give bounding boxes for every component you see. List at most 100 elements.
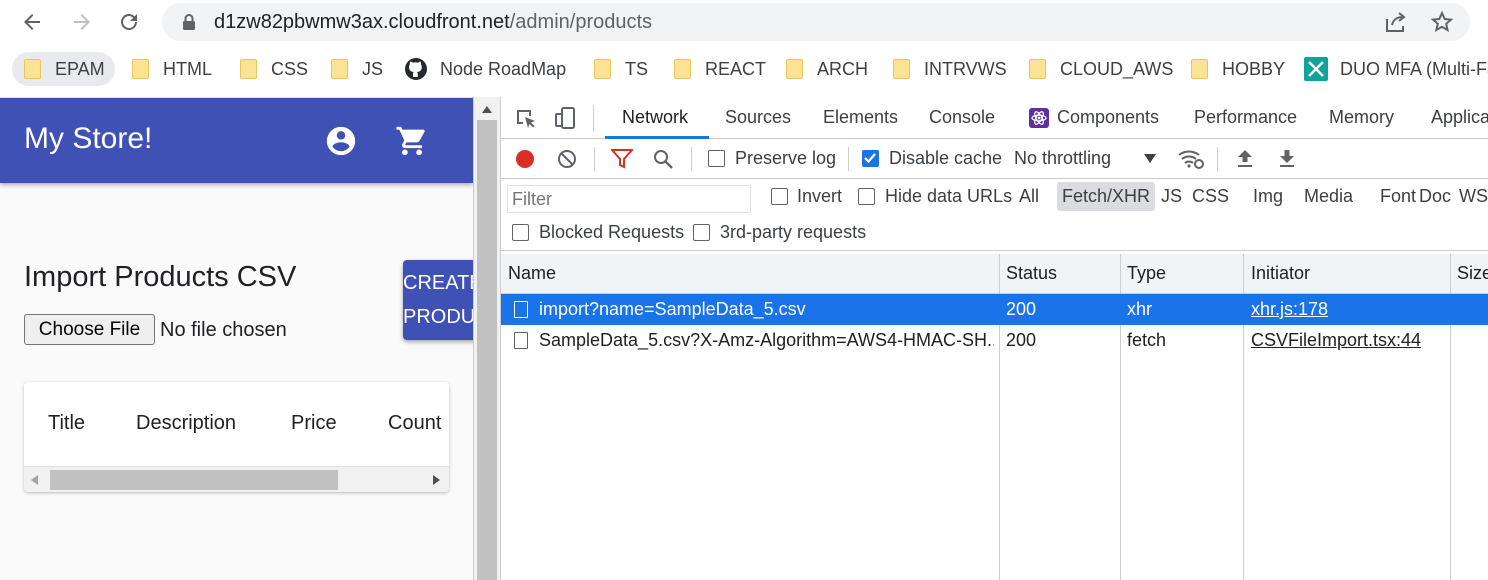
export-har-icon[interactable] bbox=[1278, 148, 1296, 168]
account-circle-icon[interactable] bbox=[324, 124, 358, 158]
column-description[interactable]: Description bbox=[136, 412, 236, 435]
preserve-log-checkbox[interactable] bbox=[708, 150, 725, 167]
request-type-icon bbox=[514, 301, 528, 318]
bookmark-ts[interactable]: TS bbox=[594, 52, 648, 86]
url-text: d1zw82pbwmw3ax.cloudfront.net/admin/prod… bbox=[214, 11, 652, 34]
toolbar-divider bbox=[594, 147, 595, 171]
third-party-checkbox[interactable] bbox=[693, 224, 710, 241]
folder-icon bbox=[1191, 59, 1208, 79]
filter-input[interactable] bbox=[507, 185, 751, 213]
forward-button[interactable] bbox=[68, 8, 96, 36]
request-initiator-link[interactable]: xhr.js:178 bbox=[1251, 299, 1328, 320]
invert-label[interactable]: Invert bbox=[797, 186, 842, 207]
create-product-button[interactable]: CREATE PRODU bbox=[403, 260, 475, 340]
toolbar-divider bbox=[1217, 147, 1218, 171]
shopping-cart-icon[interactable] bbox=[394, 124, 430, 158]
clear-icon[interactable] bbox=[557, 149, 577, 169]
store-title[interactable]: My Store! bbox=[24, 122, 152, 156]
blocked-requests-label[interactable]: Blocked Requests bbox=[539, 222, 684, 243]
toolbar-divider bbox=[848, 147, 849, 171]
column-count[interactable]: Count bbox=[388, 412, 441, 435]
filter-type-fetch-xhr[interactable]: Fetch/XHR bbox=[1057, 182, 1156, 211]
column-price[interactable]: Price bbox=[291, 412, 337, 435]
choose-file-button[interactable]: Choose File bbox=[24, 314, 155, 345]
tab-console[interactable]: Console bbox=[929, 107, 995, 128]
tab-sources[interactable]: Sources bbox=[725, 107, 791, 128]
scroll-up-icon[interactable] bbox=[482, 105, 492, 113]
filter-type-css[interactable]: CSS bbox=[1192, 186, 1229, 207]
table-horizontal-scrollbar[interactable] bbox=[24, 466, 449, 492]
address-bar[interactable]: d1zw82pbwmw3ax.cloudfront.net/admin/prod… bbox=[162, 3, 1470, 41]
tab-memory[interactable]: Memory bbox=[1329, 107, 1394, 128]
bookmark-css[interactable]: CSS bbox=[240, 52, 308, 86]
reload-button[interactable] bbox=[115, 8, 143, 36]
filter-type-font[interactable]: Font bbox=[1380, 186, 1416, 207]
filter-type-media[interactable]: Media bbox=[1304, 186, 1353, 207]
bookmark-hobby[interactable]: HOBBY bbox=[1191, 52, 1285, 86]
filter-type-ws[interactable]: WS bbox=[1459, 186, 1488, 207]
request-initiator-link[interactable]: CSVFileImport.tsx:44 bbox=[1251, 330, 1421, 351]
column-type[interactable]: Type bbox=[1127, 263, 1166, 284]
filter-type-img[interactable]: Img bbox=[1253, 186, 1283, 207]
bookmark-react[interactable]: REACT bbox=[674, 52, 766, 86]
back-button[interactable] bbox=[18, 8, 46, 36]
column-initiator[interactable]: Initiator bbox=[1251, 263, 1310, 284]
scroll-right-icon[interactable] bbox=[432, 475, 440, 485]
record-icon[interactable] bbox=[515, 149, 535, 169]
network-conditions-icon[interactable] bbox=[1177, 147, 1205, 171]
bookmark-epam[interactable]: EPAM bbox=[12, 52, 115, 86]
throttling-select[interactable]: No throttling bbox=[1014, 148, 1111, 169]
dropdown-arrow-icon[interactable] bbox=[1144, 154, 1156, 163]
bookmark-duo-mfa[interactable]: DUO MFA (Multi-Fa bbox=[1304, 52, 1488, 86]
column-status[interactable]: Status bbox=[1006, 263, 1057, 284]
import-har-icon[interactable] bbox=[1236, 148, 1254, 168]
filter-type-doc[interactable]: Doc bbox=[1419, 186, 1451, 207]
request-type: fetch bbox=[1127, 330, 1167, 350]
hide-data-urls-label[interactable]: Hide data URLs bbox=[885, 186, 1012, 207]
request-row[interactable]: import?name=SampleData_5.csv 200 xhr xhr… bbox=[501, 294, 1488, 325]
bookmark-js[interactable]: JS bbox=[331, 52, 383, 86]
filter-icon[interactable] bbox=[611, 149, 633, 169]
disable-cache-label[interactable]: Disable cache bbox=[889, 148, 1002, 169]
share-icon[interactable] bbox=[1384, 11, 1408, 33]
products-table: Title Description Price Count bbox=[24, 382, 449, 492]
invert-checkbox[interactable] bbox=[771, 188, 788, 205]
tab-application[interactable]: Applica bbox=[1431, 107, 1488, 128]
bookmark-html[interactable]: HTML bbox=[132, 52, 212, 86]
bookmark-cloud-aws[interactable]: CLOUD_AWS bbox=[1029, 52, 1173, 86]
network-toolbar: Preserve log Disable cache No throttling bbox=[501, 139, 1488, 179]
filter-type-js[interactable]: JS bbox=[1161, 186, 1182, 207]
search-icon[interactable] bbox=[653, 149, 673, 169]
arrow-left-icon bbox=[24, 14, 40, 30]
device-toolbar-icon[interactable] bbox=[554, 106, 578, 130]
column-title[interactable]: Title bbox=[48, 412, 85, 435]
page-vertical-scrollbar[interactable] bbox=[473, 97, 500, 580]
inspect-element-icon[interactable] bbox=[515, 108, 537, 130]
preserve-log-label[interactable]: Preserve log bbox=[735, 148, 836, 169]
page-scrollbar-thumb[interactable] bbox=[477, 120, 497, 580]
disable-cache-checkbox[interactable] bbox=[862, 150, 879, 167]
no-file-text: No file chosen bbox=[160, 319, 287, 341]
hide-data-urls-checkbox[interactable] bbox=[858, 188, 875, 205]
request-row[interactable]: SampleData_5.csv?X-Amz-Algorithm=AWS4-HM… bbox=[501, 325, 1488, 356]
third-party-label[interactable]: 3rd-party requests bbox=[720, 222, 866, 243]
filter-type-all[interactable]: All bbox=[1019, 186, 1039, 207]
toolbar-divider bbox=[691, 147, 692, 171]
blocked-requests-checkbox[interactable] bbox=[512, 224, 529, 241]
star-icon[interactable] bbox=[1430, 10, 1454, 34]
request-name[interactable]: SampleData_5.csv?X-Amz-Algorithm=AWS4-HM… bbox=[539, 330, 994, 351]
request-name[interactable]: import?name=SampleData_5.csv bbox=[539, 299, 994, 320]
scroll-left-icon[interactable] bbox=[31, 475, 39, 485]
column-size[interactable]: Size bbox=[1457, 263, 1488, 284]
tab-elements[interactable]: Elements bbox=[823, 107, 898, 128]
tab-components[interactable]: Components bbox=[1029, 107, 1159, 128]
bookmark-intrvws[interactable]: INTRVWS bbox=[893, 52, 1007, 86]
scrollbar-thumb[interactable] bbox=[50, 470, 338, 490]
folder-icon bbox=[24, 59, 41, 79]
bookmark-arch[interactable]: ARCH bbox=[786, 52, 868, 86]
column-name[interactable]: Name bbox=[508, 263, 556, 284]
bookmark-node-roadmap[interactable]: Node RoadMap bbox=[404, 52, 566, 86]
folder-icon bbox=[1029, 59, 1046, 79]
tab-network[interactable]: Network bbox=[622, 107, 688, 128]
tab-performance[interactable]: Performance bbox=[1194, 107, 1297, 128]
